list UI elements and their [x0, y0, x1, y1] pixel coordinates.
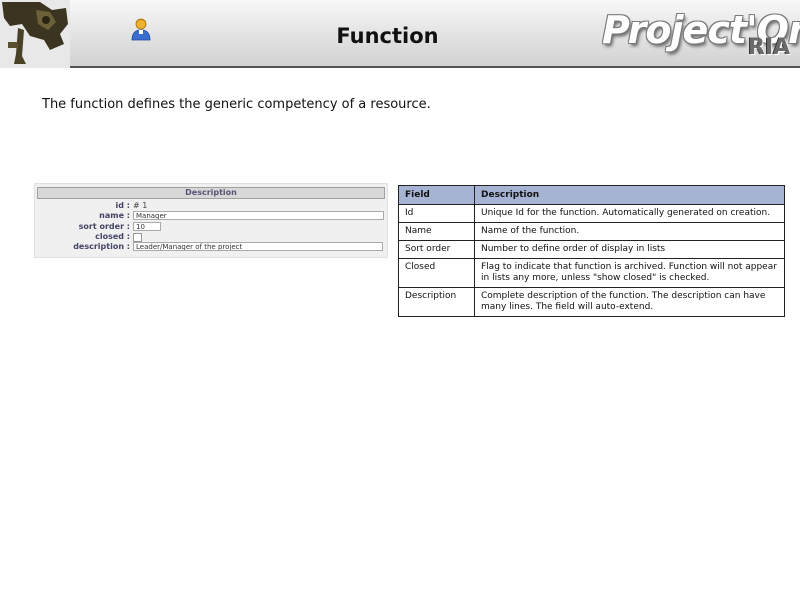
table-row: Id Unique Id for the function. Automatic… — [398, 204, 785, 223]
form-label-id: id : — [115, 201, 130, 210]
field-name-cell: Closed — [398, 258, 475, 288]
form-label-closed: closed : — [95, 232, 130, 241]
form-row-sort-order: sort order : 10 — [35, 222, 389, 232]
form-label-name: name : — [99, 211, 130, 220]
table-row: Description Complete description of the … — [398, 287, 785, 317]
field-description-cell: Number to define order of display in lis… — [474, 240, 785, 259]
field-name-cell: Id — [398, 204, 475, 223]
form-row-description: description : Leader/Manager of the proj… — [35, 242, 389, 252]
field-description-cell: Flag to indicate that function is archiv… — [474, 258, 785, 288]
name-field[interactable]: Manager — [133, 211, 384, 220]
intro-text: The function defines the generic compete… — [42, 97, 431, 112]
field-description-table: Field Description Id Unique Id for the f… — [398, 185, 785, 317]
function-form-screenshot: Description id : # 1 name : Manager sort… — [34, 183, 388, 258]
table-row: Sort order Number to define order of dis… — [398, 240, 785, 259]
table-row: Name Name of the function. — [398, 222, 785, 241]
form-value-id: # 1 — [133, 201, 148, 210]
brand-logo: Project'Or RIA — [598, 4, 800, 64]
column-header-description: Description — [474, 185, 785, 205]
field-description-cell: Unique Id for the function. Automaticall… — [474, 204, 785, 223]
sort-order-field[interactable]: 10 — [133, 222, 161, 231]
field-description-cell: Complete description of the function. Th… — [474, 287, 785, 317]
page-header: Function Project'Or RIA — [0, 0, 800, 68]
field-description-cell: Name of the function. — [474, 222, 785, 241]
form-row-closed: closed : — [35, 232, 389, 242]
table-header-row: Field Description — [398, 185, 785, 205]
field-name-cell: Description — [398, 287, 475, 317]
field-name-cell: Sort order — [398, 240, 475, 259]
field-name-cell: Name — [398, 222, 475, 241]
form-row-name: name : Manager — [35, 211, 389, 221]
form-label-sort-order: sort order : — [78, 222, 130, 231]
description-field[interactable]: Leader/Manager of the project — [133, 242, 383, 251]
column-header-field: Field — [398, 185, 475, 205]
form-row-id: id : # 1 — [35, 201, 389, 211]
form-section-header: Description — [37, 187, 385, 199]
table-row: Closed Flag to indicate that function is… — [398, 258, 785, 288]
closed-checkbox[interactable] — [133, 233, 142, 242]
form-label-description: description : — [73, 242, 130, 251]
brand-subtitle: RIA — [748, 35, 791, 60]
